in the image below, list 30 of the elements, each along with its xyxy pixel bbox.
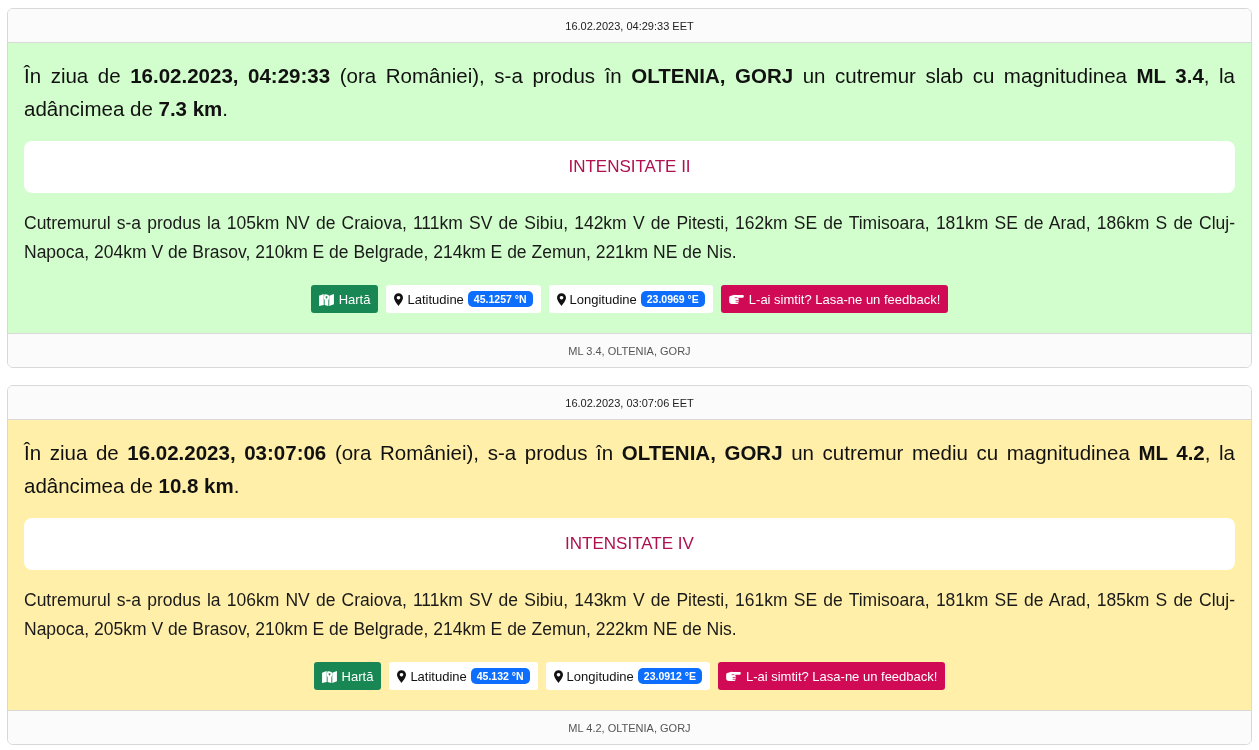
feedback-button[interactable]: L-ai simtit? Lasa-ne un feedback! xyxy=(720,285,949,313)
distances-text: Cutremurul s-a produs la 106km NV de Craiova, 111km SV de Sibiu, 143km V de Pitesti, 161km SE de Timisoara, 181km SE de Arad, 185km S de Cluj-Napoca, 205km V de Brasov, 210km E de Belgrade, 214km E de Zemun, 222km NE de Nis. xyxy=(24,589,1235,641)
map-button[interactable]: Hartă xyxy=(310,285,379,313)
pointing-hand-icon xyxy=(725,670,741,682)
pin-icon xyxy=(394,292,404,306)
event-description: În ziua de 16.02.2023, 04:29:33 (ora României), s-a produs în OLTENIA, GORJ un cutremur slab cu magnitudinea ML 3.4, la adâncimea de 7.3 km. xyxy=(24,63,1235,122)
pin-icon xyxy=(397,669,407,683)
latitude-value: 45.1257 °N xyxy=(467,291,533,307)
pin-icon xyxy=(556,292,566,306)
card-header: 16.02.2023, 04:29:33 EET xyxy=(8,9,1251,43)
card-footer: ML 4.2, OLTENIA, GORJ xyxy=(8,710,1251,744)
latitude-label: Latitudine xyxy=(407,291,464,307)
longitude-label: Longitudine xyxy=(569,291,637,307)
card-footer: ML 3.4, OLTENIA, GORJ xyxy=(8,333,1251,367)
card-header: 16.02.2023, 03:07:06 EET xyxy=(8,386,1251,420)
pin-icon xyxy=(553,669,563,683)
distances-text: Cutremurul s-a produs la 105km NV de Craiova, 111km SV de Sibiu, 142km V de Pitesti, 162km SE de Timisoara, 181km SE de Arad, 186km S de Cluj-Napoca, 204km V de Brasov, 210km E de Belgrade, 214km E de Zemun, 221km NE de Nis. xyxy=(24,212,1235,264)
pointing-hand-icon xyxy=(728,293,744,305)
latitude-value: 45.132 °N xyxy=(470,668,530,684)
intensity-label: INTENSITATE II xyxy=(568,157,691,177)
feedback-button[interactable]: L-ai simtit? Lasa-ne un feedback! xyxy=(717,662,946,690)
event-description: În ziua de 16.02.2023, 03:07:06 (ora României), s-a produs în OLTENIA, GORJ un cutremur mediu cu magnitudinea ML 4.2, la adâncimea de 10.8 km. xyxy=(24,440,1235,499)
longitude-label: Longitudine xyxy=(566,668,634,684)
longitude-value: 23.0912 °E xyxy=(637,668,702,684)
latitude-label: Latitudine xyxy=(410,668,467,684)
map-icon xyxy=(321,669,337,683)
map-button[interactable]: Hartă xyxy=(313,662,382,690)
longitude-value: 23.0969 °E xyxy=(640,291,705,307)
intensity-label: INTENSITATE IV xyxy=(565,534,694,554)
map-icon xyxy=(318,292,334,306)
